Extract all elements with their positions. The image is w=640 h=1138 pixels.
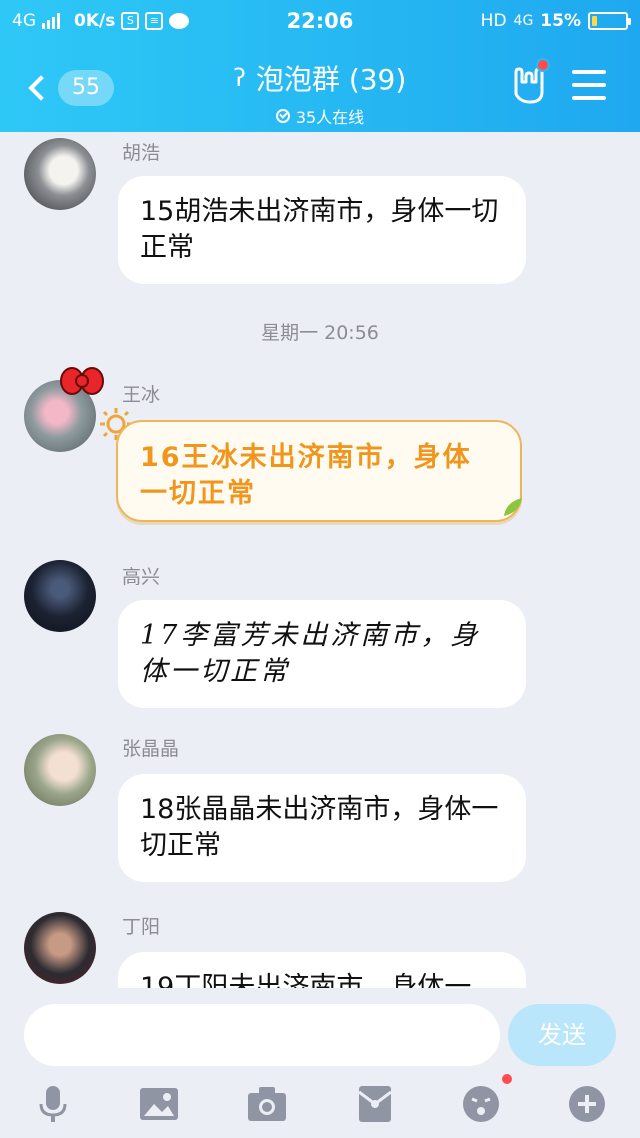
chat-header: 55 ʔ 泡泡群 (39) 35人在线 (0, 44, 640, 132)
message-bubble[interactable]: 17李富芳未出济南市，身体一切正常 (118, 600, 526, 708)
sender-name: 王冰 (122, 384, 161, 406)
red-packet-icon[interactable] (354, 1084, 396, 1124)
status-bar: 4G 0K/s S ≡ 22:06 HD 4G 15% (0, 0, 640, 44)
battery-percent: 15% (540, 11, 581, 31)
timestamp: 星期一 20:56 (261, 322, 379, 344)
emoji-notification-dot (502, 1074, 512, 1084)
avatar[interactable] (24, 560, 96, 632)
bow-decoration-icon (60, 367, 104, 395)
plus-icon[interactable] (566, 1084, 608, 1124)
online-count: 35人在线 (295, 108, 365, 127)
message-bubble[interactable]: 19丁阳未出济南市，身体一 (118, 952, 526, 988)
toolbar (0, 1074, 640, 1124)
emoji-icon[interactable] (460, 1084, 502, 1124)
avatar[interactable] (24, 734, 96, 806)
sender-name: 张晶晶 (122, 738, 180, 760)
menu-button[interactable] (572, 70, 606, 100)
camera-icon[interactable] (246, 1084, 288, 1124)
group-title: 泡泡群 (39) (255, 63, 407, 96)
message-bubble[interactable]: 16王冰未出济南市，身体一切正常 (116, 420, 522, 522)
notification-dot (536, 58, 550, 72)
image-icon[interactable] (138, 1084, 180, 1124)
online-icon (275, 109, 290, 123)
send-button[interactable]: 发送 (508, 1004, 616, 1066)
sender-name: 胡浩 (122, 142, 161, 164)
message-bubble[interactable]: 15胡浩未出济南市，身体一切正常 (118, 176, 526, 284)
network-label-right: 4G (513, 13, 534, 29)
leaf-decoration-icon (504, 498, 522, 516)
message-list[interactable]: 胡浩 15胡浩未出济南市，身体一切正常 星期一 20:56 王冰 16王冰未出济… (0, 132, 640, 988)
ear-icon: ʔ (233, 64, 246, 92)
battery-icon (588, 12, 631, 30)
avatar[interactable] (24, 138, 96, 210)
message-bubble[interactable]: 18张晶晶未出济南市，身体一切正常 (118, 774, 526, 882)
hd-label: HD (480, 11, 507, 31)
message-input[interactable] (24, 1004, 500, 1066)
avatar[interactable] (24, 912, 96, 984)
microphone-icon[interactable] (32, 1084, 74, 1124)
battery-fill (592, 16, 597, 26)
sender-name: 丁阳 (122, 916, 161, 938)
input-bar: 发送 (0, 988, 640, 1138)
sender-name: 高兴 (122, 566, 161, 588)
